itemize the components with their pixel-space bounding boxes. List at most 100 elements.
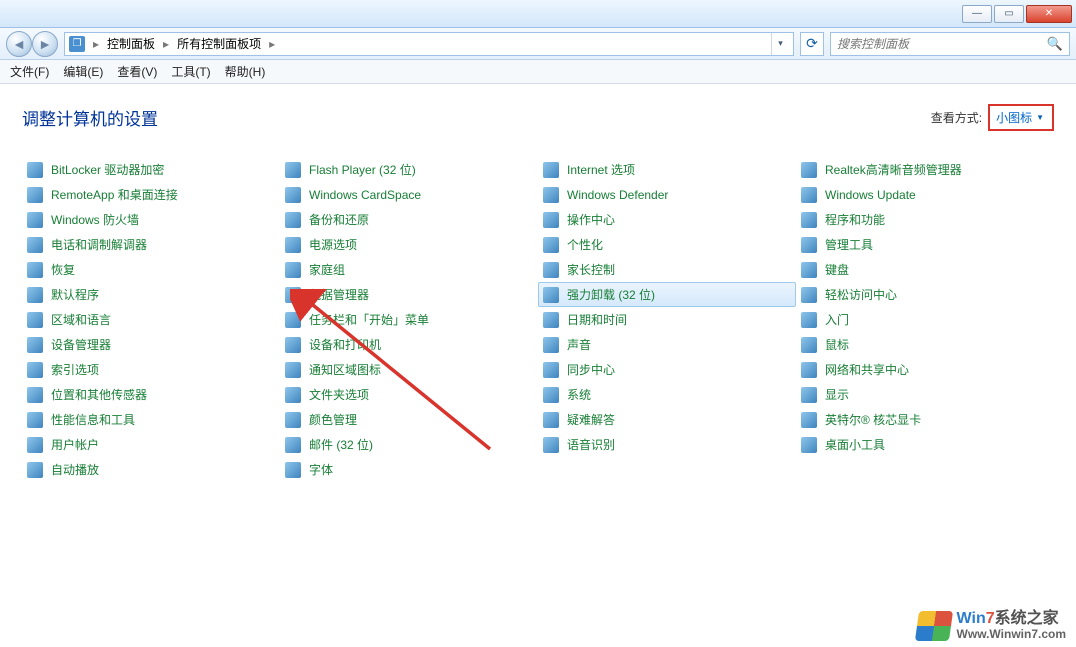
control-panel-item[interactable]: 同步中心: [538, 357, 796, 382]
forward-button[interactable]: ►: [32, 31, 58, 57]
control-panel-item[interactable]: Realtek高清晰音频管理器: [796, 157, 1054, 182]
chevron-right-icon: ▸: [267, 37, 277, 51]
breadcrumb-item[interactable]: 控制面板: [107, 35, 155, 52]
control-panel-item[interactable]: 强力卸载 (32 位): [538, 282, 796, 307]
search-box[interactable]: 🔍: [830, 32, 1070, 56]
control-panel-item[interactable]: 位置和其他传感器: [22, 382, 280, 407]
control-panel-item[interactable]: 操作中心: [538, 207, 796, 232]
menu-view[interactable]: 查看(V): [117, 63, 157, 80]
control-panel-item[interactable]: 邮件 (32 位): [280, 432, 538, 457]
control-panel-item-label: Windows CardSpace: [309, 188, 421, 202]
control-panel-item[interactable]: 系统: [538, 382, 796, 407]
control-panel-item-icon: [285, 462, 301, 478]
view-mode-dropdown[interactable]: 小图标 ▼: [988, 104, 1054, 131]
control-panel-item[interactable]: Flash Player (32 位): [280, 157, 538, 182]
control-panel-item[interactable]: 网络和共享中心: [796, 357, 1054, 382]
control-panel-item[interactable]: 日期和时间: [538, 307, 796, 332]
watermark: Win7系统之家 Www.Winwin7.com: [917, 611, 1066, 641]
maximize-button[interactable]: ▭: [994, 5, 1024, 23]
control-panel-item[interactable]: Internet 选项: [538, 157, 796, 182]
address-dropdown-icon[interactable]: ▾: [771, 33, 789, 55]
control-panel-item[interactable]: 家长控制: [538, 257, 796, 282]
control-panel-item-icon: [27, 437, 43, 453]
minimize-button[interactable]: —: [962, 5, 992, 23]
control-panel-item[interactable]: 恢复: [22, 257, 280, 282]
control-panel-item[interactable]: Windows 防火墙: [22, 207, 280, 232]
control-panel-item[interactable]: 电源选项: [280, 232, 538, 257]
control-panel-item[interactable]: 电话和调制解调器: [22, 232, 280, 257]
control-panel-item-label: 家长控制: [567, 261, 615, 278]
control-panel-item[interactable]: 通知区域图标: [280, 357, 538, 382]
control-panel-grid: BitLocker 驱动器加密Flash Player (32 位)Intern…: [22, 157, 1054, 482]
menu-tools[interactable]: 工具(T): [171, 63, 210, 80]
menu-file[interactable]: 文件(F): [10, 63, 49, 80]
control-panel-item[interactable]: 自动播放: [22, 457, 280, 482]
refresh-button[interactable]: ⟳: [800, 32, 824, 56]
watermark-line1-rest: 系统之家: [995, 610, 1059, 627]
control-panel-item-icon: [285, 262, 301, 278]
control-panel-item-icon: [801, 312, 817, 328]
control-panel-item[interactable]: 疑难解答: [538, 407, 796, 432]
control-panel-item[interactable]: 默认程序: [22, 282, 280, 307]
control-panel-item-label: 设备管理器: [51, 336, 111, 353]
control-panel-item-label: 颜色管理: [309, 411, 357, 428]
control-panel-item-icon: [285, 437, 301, 453]
control-panel-item-icon: [27, 387, 43, 403]
control-panel-item[interactable]: Windows Update: [796, 182, 1054, 207]
control-panel-item-icon: [801, 162, 817, 178]
control-panel-item[interactable]: 用户帐户: [22, 432, 280, 457]
control-panel-item-label: 默认程序: [51, 286, 99, 303]
control-panel-item[interactable]: RemoteApp 和桌面连接: [22, 182, 280, 207]
control-panel-item[interactable]: 显示: [796, 382, 1054, 407]
control-panel-item-icon: [27, 337, 43, 353]
breadcrumb-item[interactable]: 所有控制面板项: [177, 35, 261, 52]
control-panel-item[interactable]: 索引选项: [22, 357, 280, 382]
control-panel-item[interactable]: 轻松访问中心: [796, 282, 1054, 307]
control-panel-item-label: 桌面小工具: [825, 436, 885, 453]
control-panel-item-icon: [801, 187, 817, 203]
control-panel-item-icon: [27, 262, 43, 278]
control-panel-item[interactable]: 字体: [280, 457, 538, 482]
control-panel-item[interactable]: 个性化: [538, 232, 796, 257]
control-panel-item[interactable]: 凭据管理器: [280, 282, 538, 307]
control-panel-item[interactable]: BitLocker 驱动器加密: [22, 157, 280, 182]
control-panel-item[interactable]: 程序和功能: [796, 207, 1054, 232]
control-panel-item-label: 键盘: [825, 261, 849, 278]
control-panel-item[interactable]: 鼠标: [796, 332, 1054, 357]
search-input[interactable]: [837, 37, 1037, 51]
control-panel-item[interactable]: Windows CardSpace: [280, 182, 538, 207]
control-panel-item-icon: [543, 412, 559, 428]
control-panel-item-icon: [27, 462, 43, 478]
menu-help[interactable]: 帮助(H): [225, 63, 266, 80]
control-panel-item[interactable]: 桌面小工具: [796, 432, 1054, 457]
control-panel-item[interactable]: 颜色管理: [280, 407, 538, 432]
control-panel-item[interactable]: 备份和还原: [280, 207, 538, 232]
control-panel-item-icon: [285, 337, 301, 353]
control-panel-item-label: 通知区域图标: [309, 361, 381, 378]
control-panel-item[interactable]: 管理工具: [796, 232, 1054, 257]
control-panel-item[interactable]: 任务栏和「开始」菜单: [280, 307, 538, 332]
control-panel-item[interactable]: 区域和语言: [22, 307, 280, 332]
control-panel-item-icon: [27, 162, 43, 178]
control-panel-item[interactable]: 键盘: [796, 257, 1054, 282]
control-panel-item[interactable]: 语音识别: [538, 432, 796, 457]
control-panel-item-label: 英特尔® 核芯显卡: [825, 411, 921, 428]
control-panel-item-label: 家庭组: [309, 261, 345, 278]
control-panel-item[interactable]: 设备和打印机: [280, 332, 538, 357]
control-panel-item[interactable]: 性能信息和工具: [22, 407, 280, 432]
control-panel-item-label: 文件夹选项: [309, 386, 369, 403]
control-panel-item[interactable]: 声音: [538, 332, 796, 357]
control-panel-item[interactable]: 英特尔® 核芯显卡: [796, 407, 1054, 432]
control-panel-item[interactable]: 文件夹选项: [280, 382, 538, 407]
control-panel-item[interactable]: 入门: [796, 307, 1054, 332]
back-button[interactable]: ◄: [6, 31, 32, 57]
control-panel-item[interactable]: Windows Defender: [538, 182, 796, 207]
chevron-down-icon: ▼: [1036, 113, 1044, 122]
control-panel-item-icon: [801, 237, 817, 253]
control-panel-item[interactable]: 家庭组: [280, 257, 538, 282]
control-panel-item[interactable]: 设备管理器: [22, 332, 280, 357]
control-panel-item-icon: [27, 287, 43, 303]
breadcrumb[interactable]: ❐ ▸ 控制面板 ▸ 所有控制面板项 ▸ ▾: [64, 32, 794, 56]
close-button[interactable]: ✕: [1026, 5, 1072, 23]
menu-edit[interactable]: 编辑(E): [63, 63, 103, 80]
